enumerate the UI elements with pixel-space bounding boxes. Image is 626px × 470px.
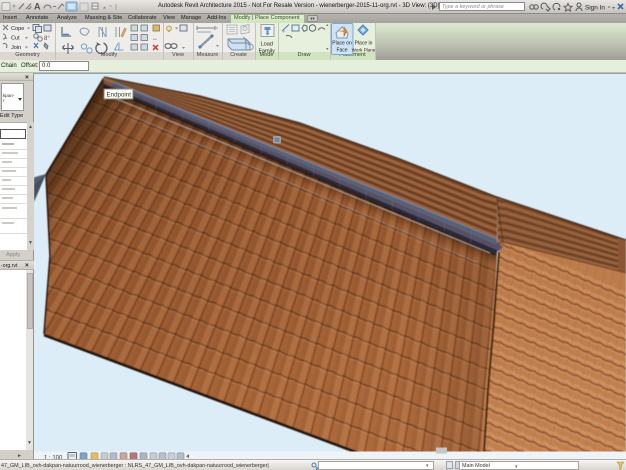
svg-text:↔: ↔ [152,36,158,42]
svg-text:Load: Load [261,41,273,47]
svg-text:Place in: Place in [355,40,373,46]
svg-text:Join: Join [11,45,21,51]
svg-text:Work Plane: Work Plane [352,47,376,52]
svg-text:Face: Face [336,47,347,53]
svg-text:A: A [34,2,41,12]
svg-text:8°: 8° [44,36,50,42]
svg-text:Family: Family [259,48,276,54]
svg-text:Endpoint: Endpoint [107,92,132,99]
svg-text:Place on: Place on [332,40,352,46]
svg-text:Sign In: Sign In [585,5,605,12]
svg-text:Cut: Cut [11,35,20,41]
svg-text:Cope: Cope [11,26,24,32]
